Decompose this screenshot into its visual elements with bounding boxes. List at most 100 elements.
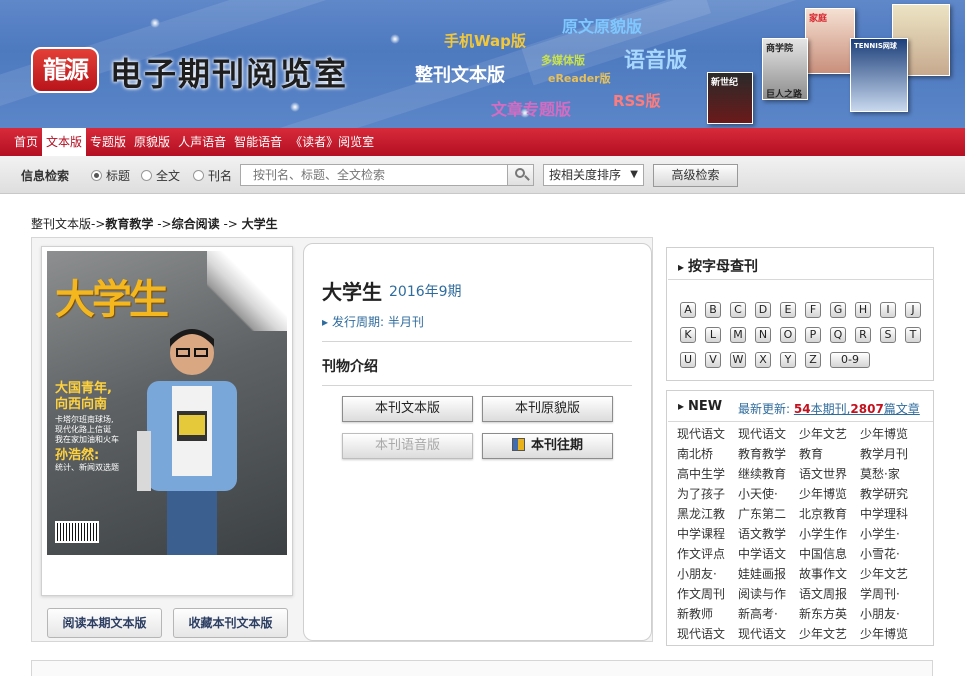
banner-tag-ereader[interactable]: eReader版 (548, 70, 611, 86)
text-version-button[interactable]: 本刊文本版 (342, 396, 473, 422)
magazine-link[interactable]: 少年博览 (860, 426, 920, 442)
letter-button-h[interactable]: H (855, 302, 871, 318)
magazine-link[interactable]: 中学语文 (738, 546, 798, 562)
letter-button-a[interactable]: A (680, 302, 696, 318)
nav-item-human-voice[interactable]: 人声语音 (174, 128, 230, 156)
breadcrumb-fulltext[interactable]: 整刊文本版-> (31, 217, 105, 231)
letter-button-r[interactable]: R (855, 327, 871, 343)
letter-button-w[interactable]: W (730, 352, 746, 368)
nav-item-topic-version[interactable]: 专题版 (86, 128, 130, 156)
magazine-link[interactable]: 南北桥 (677, 446, 737, 462)
search-input[interactable] (240, 164, 508, 186)
magazine-link[interactable]: 教育教学 (738, 446, 798, 462)
magazine-link[interactable]: 小学生· (860, 526, 920, 542)
magazine-link[interactable]: 教学研究 (860, 486, 920, 502)
magazine-link[interactable]: 中学理科 (860, 506, 920, 522)
magazine-link[interactable]: 小雪花· (860, 546, 920, 562)
letter-button-o[interactable]: O (780, 327, 796, 343)
letter-button-y[interactable]: Y (780, 352, 796, 368)
banner-tag-voice[interactable]: 语音版 (624, 44, 687, 74)
magazine-link[interactable]: 少年博览 (860, 626, 920, 642)
magazine-link[interactable]: 小朋友· (677, 566, 737, 582)
past-issues-button[interactable]: 本刊往期 (482, 433, 613, 459)
letter-button-x[interactable]: X (755, 352, 771, 368)
magazine-link[interactable]: 小朋友· (860, 606, 920, 622)
magazine-link[interactable]: 语文周报 (799, 586, 859, 602)
banner-tag-rss[interactable]: RSS版 (613, 90, 660, 111)
magazine-link[interactable]: 现代语文 (677, 426, 737, 442)
magazine-link[interactable]: 故事作文 (799, 566, 859, 582)
banner-tag-multimedia[interactable]: 多媒体版 (541, 52, 585, 68)
magazine-link[interactable]: 语文教学 (738, 526, 798, 542)
letter-button-g[interactable]: G (830, 302, 846, 318)
magazine-link[interactable]: 中学课程 (677, 526, 737, 542)
letter-button-u[interactable]: U (680, 352, 696, 368)
magazine-link[interactable]: 中国信息 (799, 546, 859, 562)
magazine-link[interactable]: 高中生学 (677, 466, 737, 482)
magazine-link[interactable]: 教育 (799, 446, 859, 462)
banner-tag-original[interactable]: 原文原貌版 (562, 13, 642, 37)
search-button[interactable] (508, 164, 534, 186)
letter-button-n[interactable]: N (755, 327, 771, 343)
magazine-link[interactable]: 新教师 (677, 606, 737, 622)
magazine-link[interactable]: 少年文艺 (799, 626, 859, 642)
magazine-cover-image[interactable]: 大学生 大国青年, 向西向南 卡塔尔班南球场, 现代化路上信诞 我在家加油和火车 孙浩… (47, 251, 287, 555)
advanced-search-button[interactable]: 高级检索 (653, 164, 738, 187)
magazine-link[interactable]: 教学月刊 (860, 446, 920, 462)
magazine-link[interactable]: 新高考· (738, 606, 798, 622)
letter-button-t[interactable]: T (905, 327, 921, 343)
magazine-link[interactable]: 学周刊· (860, 586, 920, 602)
nav-item-text-version[interactable]: 文本版 (42, 128, 87, 156)
letter-button-p[interactable]: P (805, 327, 821, 343)
search-option-fulltext[interactable]: 全文 (141, 167, 180, 184)
letter-button-c[interactable]: C (730, 302, 746, 318)
original-version-button[interactable]: 本刊原貌版 (482, 396, 613, 422)
banner-tag-fulltext[interactable]: 整刊文本版 (415, 61, 505, 87)
letter-button-i[interactable]: I (880, 302, 896, 318)
letter-button-e[interactable]: E (780, 302, 796, 318)
breadcrumb-education[interactable]: 教育教学 (105, 217, 153, 231)
longyuan-logo[interactable]: 龍源 (31, 47, 99, 93)
magazine-link[interactable]: 广东第二 (738, 506, 798, 522)
letter-button-m[interactable]: M (730, 327, 746, 343)
magazine-link[interactable]: 少年博览 (799, 486, 859, 502)
magazine-link[interactable]: 为了孩子 (677, 486, 737, 502)
magazine-link[interactable]: 少年文艺 (799, 426, 859, 442)
letter-button-j[interactable]: J (905, 302, 921, 318)
nav-item-smart-voice[interactable]: 智能语音 (230, 128, 286, 156)
letter-button-l[interactable]: L (705, 327, 721, 343)
magazine-link[interactable]: 黑龙江教 (677, 506, 737, 522)
sort-select[interactable]: 按相关度排序 ▼ (543, 164, 644, 186)
magazine-link[interactable]: 小学生作 (799, 526, 859, 542)
letter-button-f[interactable]: F (805, 302, 821, 318)
letter-button-0-9[interactable]: 0-9 (830, 352, 870, 368)
magazine-link[interactable]: 现代语文 (677, 626, 737, 642)
magazine-link[interactable]: 北京教育 (799, 506, 859, 522)
nav-item-duzhe-reading-room[interactable]: 《读者》阅览室 (286, 128, 378, 156)
letter-button-z[interactable]: Z (805, 352, 821, 368)
magazine-link[interactable]: 娃娃画报 (738, 566, 798, 582)
audio-version-button[interactable]: 本刊语音版 (342, 433, 473, 459)
magazine-link[interactable]: 继续教育 (738, 466, 798, 482)
latest-update-summary[interactable]: 最新更新: 54本期刊,2807篇文章 (738, 400, 920, 417)
magazine-link[interactable]: 作文周刊 (677, 586, 737, 602)
search-option-title[interactable]: 标题 (91, 167, 130, 184)
magazine-link[interactable]: 阅读与作 (738, 586, 798, 602)
letter-button-d[interactable]: D (755, 302, 771, 318)
magazine-link[interactable]: 莫愁·家 (860, 466, 920, 482)
banner-tag-article[interactable]: 文章专题版 (491, 96, 571, 120)
letter-button-v[interactable]: V (705, 352, 721, 368)
magazine-link[interactable]: 语文世界 (799, 466, 859, 482)
breadcrumb-comprehensive-reading[interactable]: 综合阅读 (172, 217, 220, 231)
collect-magazine-button[interactable]: 收藏本刊文本版 (173, 608, 288, 638)
magazine-link[interactable]: 现代语文 (738, 426, 798, 442)
nav-item-original-version[interactable]: 原貌版 (130, 128, 174, 156)
magazine-link[interactable]: 新东方英 (799, 606, 859, 622)
magazine-link[interactable]: 现代语文 (738, 626, 798, 642)
letter-button-k[interactable]: K (680, 327, 696, 343)
read-current-issue-button[interactable]: 阅读本期文本版 (47, 608, 162, 638)
magazine-link[interactable]: 作文评点 (677, 546, 737, 562)
banner-tag-wap[interactable]: 手机Wap版 (444, 30, 526, 51)
magazine-link[interactable]: 少年文艺 (860, 566, 920, 582)
letter-button-q[interactable]: Q (830, 327, 846, 343)
